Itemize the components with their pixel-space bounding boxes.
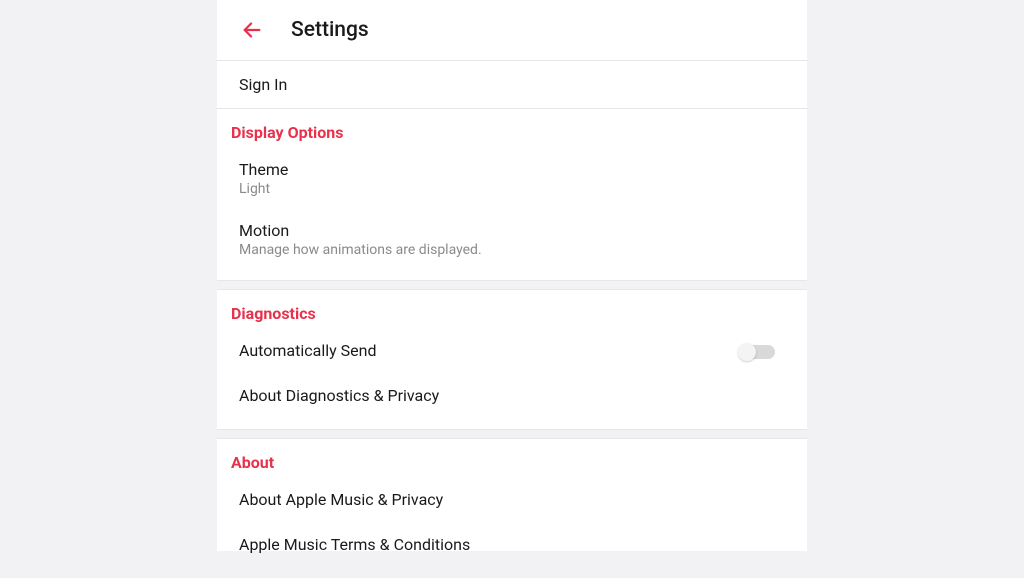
section-about: About About Apple Music & Privacy Apple … xyxy=(217,439,807,578)
setting-item-motion[interactable]: Motion Manage how animations are display… xyxy=(217,209,807,270)
sign-in-label: Sign In xyxy=(239,75,287,94)
item-title: Motion xyxy=(239,221,785,240)
auto-send-toggle[interactable] xyxy=(739,345,775,359)
item-title: Automatically Send xyxy=(239,341,376,360)
item-title: Theme xyxy=(239,160,785,179)
setting-item-about-privacy[interactable]: About Apple Music & Privacy xyxy=(217,478,807,523)
section-gap xyxy=(217,429,807,439)
item-title: About Diagnostics & Privacy xyxy=(239,386,785,405)
setting-item-theme[interactable]: Theme Light xyxy=(217,148,807,209)
setting-item-terms[interactable]: Apple Music Terms & Conditions xyxy=(217,523,807,568)
section-header-display: Display Options xyxy=(217,109,807,148)
section-header-about: About xyxy=(217,439,807,478)
item-subtitle: Light xyxy=(239,181,785,197)
page-title: Settings xyxy=(291,18,369,42)
sign-in-row[interactable]: Sign In xyxy=(217,61,807,108)
back-arrow-icon[interactable] xyxy=(241,19,263,41)
item-title: Apple Music Terms & Conditions xyxy=(239,535,785,554)
setting-item-about-diagnostics[interactable]: About Diagnostics & Privacy xyxy=(217,374,807,419)
settings-panel: Settings Sign In Display Options Theme L… xyxy=(217,0,807,551)
item-subtitle: Manage how animations are displayed. xyxy=(239,242,785,258)
item-title: About Apple Music & Privacy xyxy=(239,490,785,509)
section-diagnostics: Diagnostics Automatically Send About Dia… xyxy=(217,290,807,429)
setting-item-auto-send[interactable]: Automatically Send xyxy=(217,329,807,374)
section-header-diagnostics: Diagnostics xyxy=(217,290,807,329)
section-display-options: Display Options Theme Light Motion Manag… xyxy=(217,109,807,280)
section-gap xyxy=(217,280,807,290)
toggle-knob xyxy=(738,343,756,361)
header: Settings xyxy=(217,0,807,60)
